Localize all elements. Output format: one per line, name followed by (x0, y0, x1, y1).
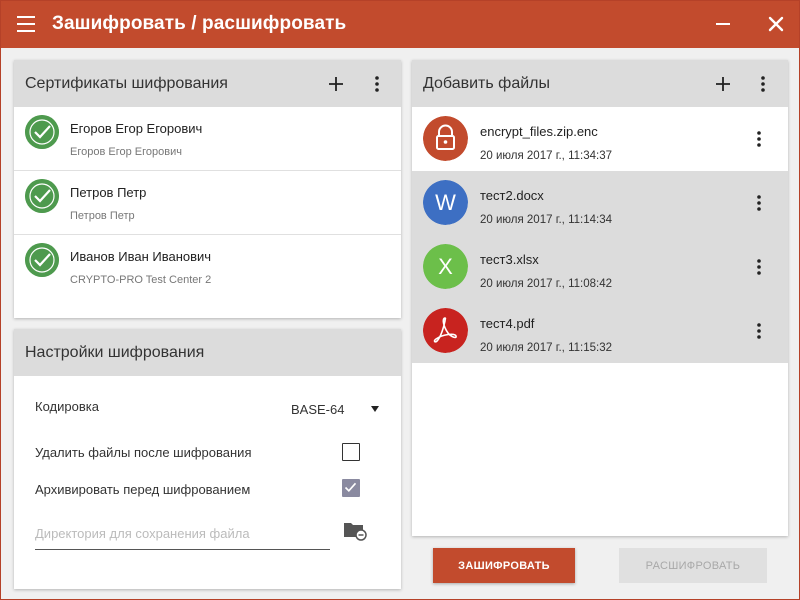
file-icon-letter: X (438, 254, 453, 279)
add-file-icon[interactable] (713, 74, 733, 94)
file-icon-letter: W (435, 190, 456, 215)
folder-browse-icon[interactable] (343, 519, 367, 541)
file-item[interactable]: encrypt_files.zip.enc 20 июля 2017 г., 1… (412, 107, 788, 171)
file-date: 20 июля 2017 г., 11:14:34 (480, 214, 612, 226)
certificates-title: Сертификаты шифрования (25, 74, 228, 92)
decrypt-button[interactable]: РАСШИФРОВАТЬ (619, 548, 767, 583)
file-date: 20 июля 2017 г., 11:34:37 (480, 150, 612, 162)
certificate-valid-icon (25, 243, 59, 277)
files-title: Добавить файлы (423, 74, 550, 92)
settings-title: Настройки шифрования (25, 343, 205, 361)
certificates-list: Егоров Егор Егорович Егоров Егор Егорови… (14, 107, 401, 299)
encryption-settings-panel: Настройки шифрования Кодировка BASE-64 У… (14, 329, 401, 589)
encoding-dropdown-icon[interactable] (371, 406, 379, 412)
settings-header: Настройки шифрования (14, 329, 401, 376)
file-item[interactable]: тест4.pdf 20 июля 2017 г., 11:15:32 (412, 299, 788, 363)
title-bar: Зашифровать / расшифровать (1, 1, 799, 48)
certificate-item[interactable]: Егоров Егор Егорович Егоров Егор Егорови… (14, 107, 401, 171)
archive-label: Архивировать перед шифрованием (35, 482, 251, 497)
file-date: 20 июля 2017 г., 11:08:42 (480, 278, 612, 290)
certificate-valid-icon (25, 115, 59, 149)
file-item[interactable]: W тест2.docx 20 июля 2017 г., 11:14:34 (412, 171, 788, 235)
save-directory-input[interactable] (35, 517, 330, 550)
minimize-icon[interactable] (716, 23, 730, 25)
certificate-issuer: Егоров Егор Егорович (70, 146, 182, 158)
certificate-valid-icon (25, 179, 59, 213)
window-title: Зашифровать / расшифровать (52, 13, 347, 34)
certificates-panel: Сертификаты шифрования Егоров Егор Егоро… (14, 60, 401, 318)
pdf-icon (423, 308, 468, 353)
certificate-issuer: CRYPTO-PRO Test Center 2 (70, 274, 212, 286)
encrypt-button[interactable]: ЗАШИФРОВАТЬ (433, 548, 575, 583)
archive-checkbox[interactable] (342, 479, 360, 497)
files-more-icon[interactable] (753, 74, 773, 94)
files-header: Добавить файлы (412, 60, 788, 107)
certificates-more-icon[interactable] (367, 74, 387, 94)
delete-files-label: Удалить файлы после шифрования (35, 445, 252, 460)
close-icon[interactable] (765, 13, 787, 35)
certificate-name: Петров Петр (70, 185, 147, 200)
encoding-select[interactable]: BASE-64 (291, 402, 344, 417)
file-more-icon[interactable] (749, 257, 769, 277)
hamburger-menu-icon[interactable] (17, 16, 35, 32)
file-name: тест4.pdf (480, 316, 535, 331)
certificates-header: Сертификаты шифрования (14, 60, 401, 107)
file-name: тест2.docx (480, 188, 544, 203)
file-item[interactable]: X тест3.xlsx 20 июля 2017 г., 11:08:42 (412, 235, 788, 299)
files-panel: Добавить файлы encrypt_files.zip.enc 20 … (412, 60, 788, 536)
file-more-icon[interactable] (749, 129, 769, 149)
certificate-name: Иванов Иван Иванович (70, 249, 212, 264)
certificate-item[interactable]: Петров Петр Петров Петр (14, 171, 401, 235)
encoding-label: Кодировка (35, 399, 99, 414)
file-more-icon[interactable] (749, 193, 769, 213)
files-list: encrypt_files.zip.enc 20 июля 2017 г., 1… (412, 107, 788, 363)
certificate-item[interactable]: Иванов Иван Иванович CRYPTO-PRO Test Cen… (14, 235, 401, 299)
excel-icon: X (423, 244, 468, 289)
file-name: encrypt_files.zip.enc (480, 124, 598, 139)
file-date: 20 июля 2017 г., 11:15:32 (480, 342, 612, 354)
add-certificate-icon[interactable] (326, 74, 346, 94)
word-icon: W (423, 180, 468, 225)
certificate-name: Егоров Егор Егорович (70, 121, 203, 136)
delete-files-checkbox[interactable] (342, 443, 360, 461)
certificate-issuer: Петров Петр (70, 210, 135, 222)
file-name: тест3.xlsx (480, 252, 539, 267)
lock-icon (423, 116, 468, 161)
file-more-icon[interactable] (749, 321, 769, 341)
checkmark-icon (344, 482, 357, 493)
